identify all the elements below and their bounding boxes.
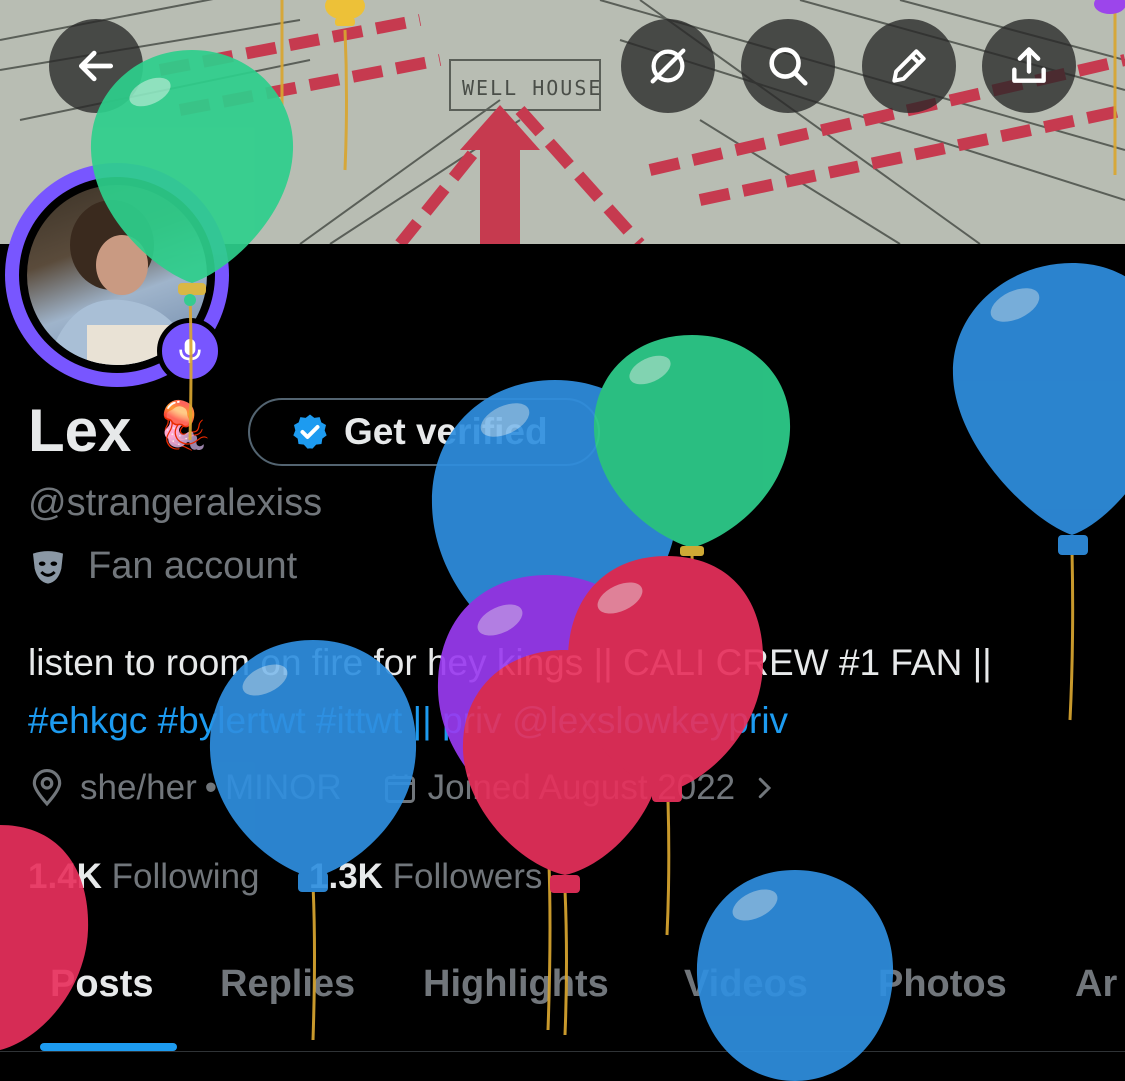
back-button[interactable] <box>49 19 143 113</box>
tab-videos[interactable]: Videos <box>684 963 808 1006</box>
jellyfish-emoji-icon: 🪼 <box>155 399 213 451</box>
get-verified-button[interactable]: Get verified <box>248 398 600 466</box>
tab-photos[interactable]: Photos <box>878 963 1007 1006</box>
profile-category: Fan account <box>28 545 297 588</box>
bio-links[interactable]: #ehkgc #bylertwt #ittwt || priv @lexslow… <box>28 692 1118 750</box>
followers-label: Followers <box>392 857 543 896</box>
location-pin-icon <box>32 769 62 807</box>
following-label: Following <box>111 857 260 896</box>
pronouns: she/her <box>80 768 197 807</box>
following-link[interactable]: 1.4K Following <box>28 857 260 896</box>
follow-stats: 1.4K Following 1.3K Followers <box>28 857 542 897</box>
verified-badge-icon <box>293 414 327 449</box>
profile-handle: @strangeralexiss <box>28 482 323 524</box>
followers-count: 1.3K <box>309 857 383 896</box>
profile-meta: she/her • MINOR Joined August 2022 <box>28 768 779 808</box>
theater-masks-icon <box>33 550 63 584</box>
edit-icon <box>892 49 926 83</box>
grok-icon <box>650 48 686 84</box>
microphone-icon <box>179 339 201 363</box>
grok-button[interactable] <box>621 19 715 113</box>
category-label: Fan account <box>88 545 298 587</box>
banner-text: WELL HOUSE <box>462 76 603 100</box>
share-button[interactable] <box>982 19 1076 113</box>
calendar-icon <box>384 774 415 803</box>
separator-dot: • <box>204 768 218 807</box>
tab-articles[interactable]: Ar <box>1075 963 1117 1006</box>
bio-text: listen to room on fire for hey kings || … <box>28 642 992 683</box>
chevron-right-icon[interactable] <box>749 773 779 803</box>
minor-label: MINOR <box>225 768 342 807</box>
tab-posts[interactable]: Posts <box>50 963 153 1006</box>
followers-link[interactable]: 1.3K Followers <box>309 857 542 896</box>
spaces-badge[interactable] <box>157 318 223 384</box>
joined-date: Joined August 2022 <box>427 768 736 807</box>
tab-replies[interactable]: Replies <box>220 963 355 1006</box>
following-count: 1.4K <box>28 857 102 896</box>
profile-name: Lex <box>28 397 132 464</box>
get-verified-label: Get verified <box>344 411 548 452</box>
search-button[interactable] <box>741 19 835 113</box>
share-icon <box>1012 47 1046 83</box>
tab-highlights[interactable]: Highlights <box>423 963 609 1006</box>
arrow-left-icon <box>78 50 114 82</box>
search-icon <box>769 47 808 86</box>
active-tab-indicator <box>40 1043 177 1051</box>
profile-bio: listen to room on fire for hey kings || … <box>28 634 1118 750</box>
edit-button[interactable] <box>862 19 956 113</box>
profile-tabs: Posts Replies Highlights Videos Photos A… <box>0 955 1125 1052</box>
